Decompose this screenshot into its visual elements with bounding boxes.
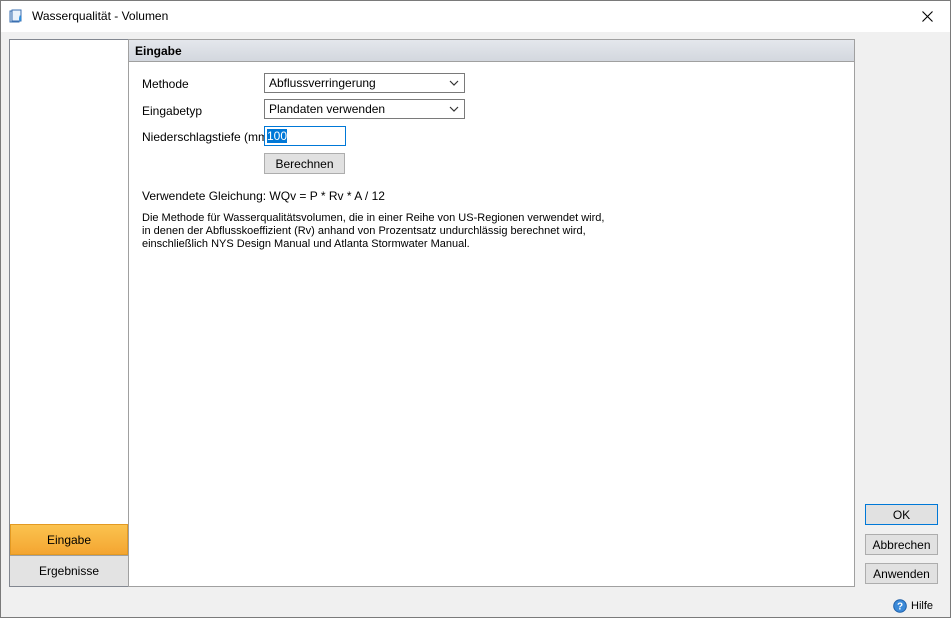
niederschlag-input[interactable]: 100 bbox=[264, 126, 346, 146]
water-quality-icon bbox=[9, 9, 22, 23]
title-bar: Wasserqualität - Volumen bbox=[1, 1, 950, 32]
calculate-button[interactable]: Berechnen bbox=[264, 153, 345, 174]
niederschlag-label: Niederschlagstiefe (mm) bbox=[142, 130, 273, 144]
sidebar-item-ergebnisse[interactable]: Ergebnisse bbox=[10, 555, 128, 586]
methode-label: Methode bbox=[142, 77, 189, 91]
sidebar-item-label: Ergebnisse bbox=[38, 564, 100, 578]
panel-header: Eingabe bbox=[129, 40, 854, 62]
dialog-window: Wasserqualität - Volumen Eingabe Ergebni… bbox=[0, 0, 951, 618]
method-description: Die Methode für Wasserqualitätsvolumen, … bbox=[142, 212, 605, 250]
ok-button[interactable]: OK bbox=[865, 504, 938, 525]
sidebar-item-label: Eingabe bbox=[46, 532, 92, 547]
input-panel: Eingabe Methode Abflussverringerung Eing… bbox=[128, 39, 855, 587]
close-icon bbox=[922, 10, 933, 22]
navigation-sidebar: Eingabe Ergebnisse bbox=[9, 39, 129, 587]
cancel-button[interactable]: Abbrechen bbox=[865, 534, 938, 555]
window-title: Wasserqualität - Volumen bbox=[32, 9, 169, 23]
equation-text: Verwendete Gleichung: WQv = P * Rv * A /… bbox=[142, 189, 385, 203]
methode-dropdown[interactable]: Abflussverringerung bbox=[264, 73, 465, 93]
eingabetyp-label: Eingabetyp bbox=[142, 104, 203, 118]
help-icon: ? bbox=[893, 599, 907, 613]
chevron-down-icon bbox=[449, 106, 459, 112]
svg-text:?: ? bbox=[897, 602, 903, 613]
niederschlag-value: 100 bbox=[267, 129, 288, 143]
eingabetyp-dropdown[interactable]: Plandaten verwenden bbox=[264, 99, 465, 119]
help-label: Hilfe bbox=[911, 600, 934, 612]
apply-button[interactable]: Anwenden bbox=[865, 563, 938, 584]
methode-value: Abflussverringerung bbox=[269, 76, 376, 90]
help-link[interactable]: ? Hilfe bbox=[893, 599, 933, 613]
chevron-down-icon bbox=[449, 80, 459, 86]
sidebar-item-eingabe[interactable]: Eingabe bbox=[10, 524, 128, 555]
eingabetyp-value: Plandaten verwenden bbox=[269, 102, 386, 116]
close-button[interactable] bbox=[905, 1, 950, 31]
